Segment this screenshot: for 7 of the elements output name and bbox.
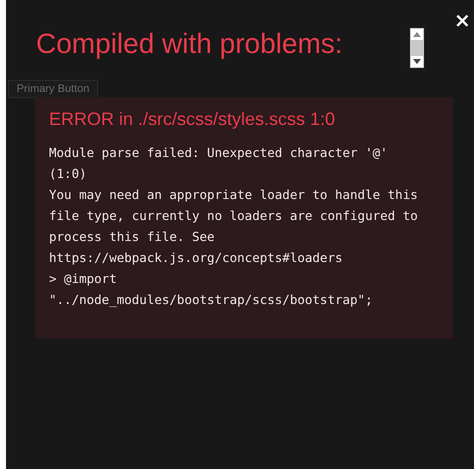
scrollbar[interactable] — [410, 28, 424, 68]
error-header: ERROR in ./src/scss/styles.scss 1:0 — [49, 109, 336, 130]
overlay-title: Compiled with problems: — [36, 28, 343, 60]
scroll-up-icon[interactable] — [413, 32, 421, 37]
error-message: Module parse failed: Unexpected character '@' (1:0) You may need an appropriate loader to handle this file type, currently no loaders are configured to process this file. See https://webpack.js.org/concepts#loaders > @import "../node_modules/bootstrap/scss/bootstrap"; — [49, 144, 419, 309]
scroll-down-icon[interactable] — [413, 59, 421, 64]
close-button[interactable]: × — [454, 8, 471, 32]
